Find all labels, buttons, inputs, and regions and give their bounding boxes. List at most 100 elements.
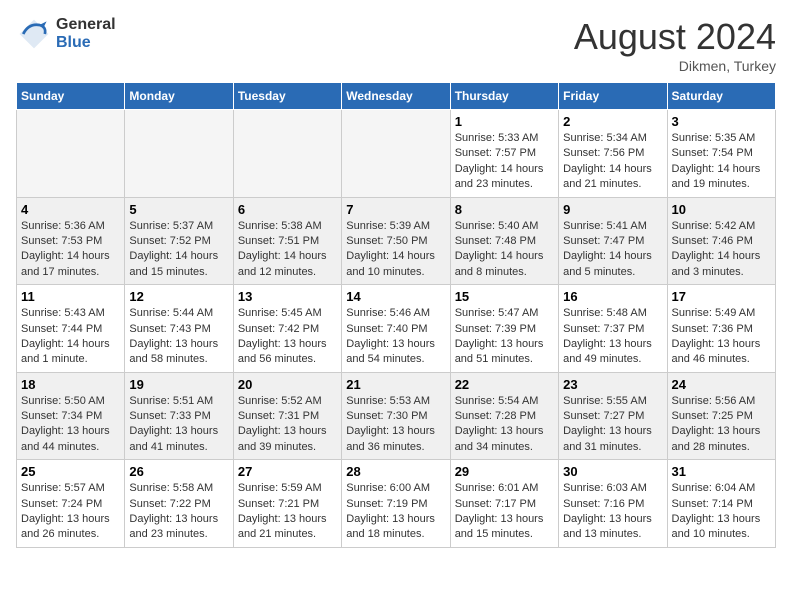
- calendar-cell: 26Sunrise: 5:58 AMSunset: 7:22 PMDayligh…: [125, 460, 233, 548]
- day-info: Sunrise: 5:39 AMSunset: 7:50 PMDaylight:…: [346, 219, 445, 281]
- day-info: Sunrise: 5:59 AMSunset: 7:21 PMDaylight:…: [238, 481, 337, 543]
- calendar-cell: 28 Sunrise: 6:00 AMSunset: 7:19 PMDayligh…: [342, 460, 450, 548]
- day-info: Sunrise: 5:57 AMSunset: 7:24 PMDaylight:…: [21, 481, 120, 543]
- calendar-cell: 19 Sunrise: 5:51 AMSunset: 7:33 PMDayligh…: [125, 372, 233, 460]
- day-info: Sunrise: 5:41 AMSunset: 7:47 PMDaylight:…: [563, 219, 662, 281]
- day-info: Sunrise: 5:38 AMSunset: 7:51 PMDaylight:…: [238, 219, 337, 281]
- calendar-cell: 7 Sunrise: 5:39 AMSunset: 7:50 PMDaylight…: [342, 197, 450, 285]
- day-info: Sunrise: 5:36 AMSunset: 7:53 PMDaylight:…: [21, 219, 120, 281]
- calendar-cell: 15Sunrise: 5:47 AMSunset: 7:39 PMDayligh…: [450, 285, 558, 373]
- day-number: 1: [455, 114, 554, 129]
- day-number: 19: [129, 377, 228, 392]
- day-number: 6: [238, 202, 337, 217]
- day-number: 13: [238, 289, 337, 304]
- calendar-cell: 3 Sunrise: 5:35 AMSunset: 7:54 PMDaylight…: [667, 110, 775, 198]
- calendar-cell: 4Sunrise: 5:36 AMSunset: 7:53 PMDaylight…: [17, 197, 125, 285]
- page-header: General Blue August 2024 Dikmen, Turkey: [16, 16, 776, 74]
- day-info: Sunrise: 6:00 AMSunset: 7:19 PMDaylight:…: [346, 481, 445, 543]
- calendar-cell: 29 Sunrise: 6:01 AMSunset: 7:17 PMDayligh…: [450, 460, 558, 548]
- day-info: Sunrise: 6:04 AMSunset: 7:14 PMDaylight:…: [672, 481, 771, 543]
- calendar-cell: 24 Sunrise: 5:56 AMSunset: 7:25 PMDayligh…: [667, 372, 775, 460]
- day-number: 16: [563, 289, 662, 304]
- day-info: Sunrise: 5:48 AMSunset: 7:37 PMDaylight:…: [563, 306, 662, 368]
- logo: General Blue: [16, 16, 116, 52]
- day-number: 2: [563, 114, 662, 129]
- day-number: 7: [346, 202, 445, 217]
- month-year: August 2024: [574, 16, 776, 58]
- calendar-cell: 16 Sunrise: 5:48 AMSunset: 7:37 PMDayligh…: [559, 285, 667, 373]
- day-info: Sunrise: 5:47 AMSunset: 7:39 PMDaylight:…: [455, 306, 554, 368]
- day-number: 28: [346, 464, 445, 479]
- calendar-header-saturday: Saturday: [667, 83, 775, 110]
- day-number: 10: [672, 202, 771, 217]
- day-info: Sunrise: 5:54 AMSunset: 7:28 PMDaylight:…: [455, 394, 554, 456]
- day-number: 30: [563, 464, 662, 479]
- calendar-cell: 23Sunrise: 5:55 AMSunset: 7:27 PMDayligh…: [559, 372, 667, 460]
- calendar-table: SundayMondayTuesdayWednesdayThursdayFrid…: [16, 82, 776, 548]
- day-number: 24: [672, 377, 771, 392]
- calendar-week-row: 11 Sunrise: 5:43 AMSunset: 7:44 PMDayligh…: [17, 285, 776, 373]
- day-info: Sunrise: 5:43 AMSunset: 7:44 PMDaylight:…: [21, 306, 120, 368]
- day-info: Sunrise: 5:49 AMSunset: 7:36 PMDaylight:…: [672, 306, 771, 368]
- logo-blue: Blue: [56, 34, 91, 51]
- day-number: 27: [238, 464, 337, 479]
- calendar-cell: 13 Sunrise: 5:45 AMSunset: 7:42 PMDayligh…: [233, 285, 341, 373]
- day-info: Sunrise: 5:35 AMSunset: 7:54 PMDaylight:…: [672, 131, 771, 193]
- location: Dikmen, Turkey: [574, 58, 776, 74]
- day-number: 8: [455, 202, 554, 217]
- day-info: Sunrise: 5:42 AMSunset: 7:46 PMDaylight:…: [672, 219, 771, 281]
- calendar-cell: 6 Sunrise: 5:38 AMSunset: 7:51 PMDaylight…: [233, 197, 341, 285]
- calendar-week-row: 18 Sunrise: 5:50 AMSunset: 7:34 PMDayligh…: [17, 372, 776, 460]
- day-number: 20: [238, 377, 337, 392]
- calendar-header-row: SundayMondayTuesdayWednesdayThursdayFrid…: [17, 83, 776, 110]
- logo-icon: [16, 16, 52, 52]
- calendar-cell: 21 Sunrise: 5:53 AMSunset: 7:30 PMDayligh…: [342, 372, 450, 460]
- calendar-cell: 18 Sunrise: 5:50 AMSunset: 7:34 PMDayligh…: [17, 372, 125, 460]
- title-block: August 2024 Dikmen, Turkey: [574, 16, 776, 74]
- day-info: Sunrise: 5:40 AMSunset: 7:48 PMDaylight:…: [455, 219, 554, 281]
- day-info: Sunrise: 5:56 AMSunset: 7:25 PMDaylight:…: [672, 394, 771, 456]
- day-number: 18: [21, 377, 120, 392]
- logo-general: General: [56, 16, 116, 33]
- calendar-cell: 1Sunrise: 5:33 AMSunset: 7:57 PMDaylight…: [450, 110, 558, 198]
- day-number: 25: [21, 464, 120, 479]
- calendar-header-monday: Monday: [125, 83, 233, 110]
- day-number: 14: [346, 289, 445, 304]
- calendar-cell: 9Sunrise: 5:41 AMSunset: 7:47 PMDaylight…: [559, 197, 667, 285]
- calendar-cell: 8 Sunrise: 5:40 AMSunset: 7:48 PMDaylight…: [450, 197, 558, 285]
- calendar-cell: [233, 110, 341, 198]
- calendar-cell: 10 Sunrise: 5:42 AMSunset: 7:46 PMDayligh…: [667, 197, 775, 285]
- day-number: 3: [672, 114, 771, 129]
- day-info: Sunrise: 5:55 AMSunset: 7:27 PMDaylight:…: [563, 394, 662, 456]
- day-info: Sunrise: 5:45 AMSunset: 7:42 PMDaylight:…: [238, 306, 337, 368]
- calendar-cell: 14Sunrise: 5:46 AMSunset: 7:40 PMDayligh…: [342, 285, 450, 373]
- calendar-cell: 5Sunrise: 5:37 AMSunset: 7:52 PMDaylight…: [125, 197, 233, 285]
- calendar-cell: 20Sunrise: 5:52 AMSunset: 7:31 PMDayligh…: [233, 372, 341, 460]
- day-info: Sunrise: 6:01 AMSunset: 7:17 PMDaylight:…: [455, 481, 554, 543]
- day-number: 29: [455, 464, 554, 479]
- day-number: 21: [346, 377, 445, 392]
- calendar-cell: 31Sunrise: 6:04 AMSunset: 7:14 PMDayligh…: [667, 460, 775, 548]
- calendar-header-friday: Friday: [559, 83, 667, 110]
- day-info: Sunrise: 5:50 AMSunset: 7:34 PMDaylight:…: [21, 394, 120, 456]
- calendar-cell: 30Sunrise: 6:03 AMSunset: 7:16 PMDayligh…: [559, 460, 667, 548]
- calendar-cell: [342, 110, 450, 198]
- calendar-cell: 12 Sunrise: 5:44 AMSunset: 7:43 PMDayligh…: [125, 285, 233, 373]
- calendar-header-sunday: Sunday: [17, 83, 125, 110]
- day-number: 11: [21, 289, 120, 304]
- calendar-cell: 11 Sunrise: 5:43 AMSunset: 7:44 PMDayligh…: [17, 285, 125, 373]
- day-number: 22: [455, 377, 554, 392]
- day-info: Sunrise: 5:51 AMSunset: 7:33 PMDaylight:…: [129, 394, 228, 456]
- day-info: Sunrise: 5:44 AMSunset: 7:43 PMDaylight:…: [129, 306, 228, 368]
- calendar-cell: 17Sunrise: 5:49 AMSunset: 7:36 PMDayligh…: [667, 285, 775, 373]
- calendar-week-row: 1Sunrise: 5:33 AMSunset: 7:57 PMDaylight…: [17, 110, 776, 198]
- calendar-week-row: 25 Sunrise: 5:57 AMSunset: 7:24 PMDayligh…: [17, 460, 776, 548]
- calendar-cell: 2Sunrise: 5:34 AMSunset: 7:56 PMDaylight…: [559, 110, 667, 198]
- calendar-cell: [17, 110, 125, 198]
- day-number: 5: [129, 202, 228, 217]
- calendar-cell: 25 Sunrise: 5:57 AMSunset: 7:24 PMDayligh…: [17, 460, 125, 548]
- calendar-cell: 22 Sunrise: 5:54 AMSunset: 7:28 PMDayligh…: [450, 372, 558, 460]
- day-number: 12: [129, 289, 228, 304]
- calendar-week-row: 4Sunrise: 5:36 AMSunset: 7:53 PMDaylight…: [17, 197, 776, 285]
- day-info: Sunrise: 5:53 AMSunset: 7:30 PMDaylight:…: [346, 394, 445, 456]
